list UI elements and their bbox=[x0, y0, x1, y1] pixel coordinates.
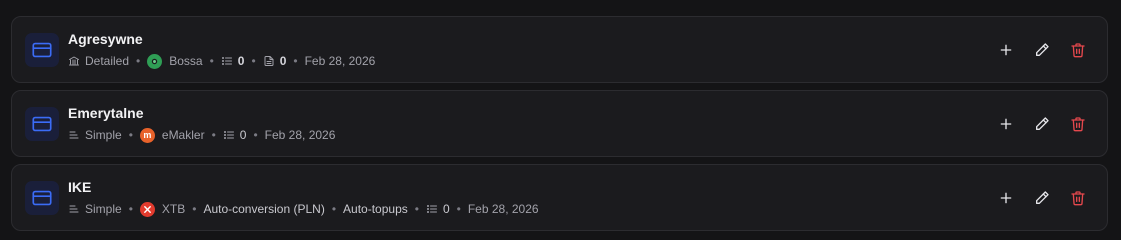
documents-value: 0 bbox=[279, 54, 287, 68]
edit-button[interactable] bbox=[1031, 187, 1053, 209]
plus-icon bbox=[1000, 118, 1012, 130]
mode-label: Simple bbox=[85, 202, 122, 216]
mode-badge: Simple bbox=[68, 201, 122, 217]
positions-count: 0 bbox=[223, 127, 247, 143]
separator-dot: • bbox=[251, 54, 256, 68]
broker-badge: Bossa bbox=[147, 53, 203, 69]
bossa-logo-icon bbox=[147, 53, 163, 69]
created-date: Feb 28, 2026 bbox=[304, 54, 376, 68]
positions-count: 0 bbox=[426, 201, 450, 217]
account-name: IKE bbox=[68, 179, 92, 195]
account-meta: Simple • XTB • Auto-conversion (PLN) • A… bbox=[68, 201, 539, 217]
broker-name: eMakler bbox=[161, 128, 205, 142]
separator-dot: • bbox=[293, 54, 298, 68]
broker-badge: m eMakler bbox=[139, 127, 205, 143]
positions-value: 0 bbox=[442, 202, 450, 216]
separator-dot: • bbox=[414, 202, 419, 216]
mode-badge: Detailed bbox=[68, 53, 129, 69]
broker-name: Bossa bbox=[169, 54, 203, 68]
account-card[interactable]: Emerytalne Simple • m eMakler • 0 • Feb … bbox=[11, 90, 1108, 157]
separator-dot: • bbox=[253, 128, 258, 142]
positions-value: 0 bbox=[237, 54, 245, 68]
add-button[interactable] bbox=[995, 187, 1017, 209]
mode-label: Detailed bbox=[85, 54, 130, 68]
account-actions bbox=[981, 113, 1089, 135]
separator-dot: • bbox=[192, 202, 197, 216]
plus-icon bbox=[1000, 192, 1012, 204]
align-left-icon bbox=[68, 203, 80, 215]
account-actions bbox=[981, 39, 1089, 61]
pencil-icon bbox=[1036, 43, 1049, 56]
positions-count: 0 bbox=[221, 53, 245, 69]
edit-button[interactable] bbox=[1031, 113, 1053, 135]
documents-count: 0 bbox=[263, 53, 287, 69]
delete-button[interactable] bbox=[1067, 113, 1089, 135]
account-name: Emerytalne bbox=[68, 105, 144, 121]
separator-dot: • bbox=[136, 54, 141, 68]
pencil-icon bbox=[1036, 117, 1049, 130]
separator-dot: • bbox=[209, 54, 214, 68]
edit-button[interactable] bbox=[1031, 39, 1053, 61]
xtb-logo-icon bbox=[139, 201, 155, 217]
credit-card-icon bbox=[25, 33, 59, 67]
created-date: Feb 28, 2026 bbox=[264, 128, 336, 142]
add-button[interactable] bbox=[995, 39, 1017, 61]
delete-button[interactable] bbox=[1067, 187, 1089, 209]
auto-conversion-badge: Auto-conversion (PLN) bbox=[203, 202, 325, 216]
account-meta: Detailed • Bossa • 0 • 0 • Feb 28, 2026 bbox=[68, 53, 375, 69]
list-icon bbox=[221, 55, 233, 67]
trash-icon bbox=[1071, 43, 1085, 58]
positions-value: 0 bbox=[239, 128, 247, 142]
document-icon bbox=[263, 55, 275, 67]
account-meta: Simple • m eMakler • 0 • Feb 28, 2026 bbox=[68, 127, 335, 143]
delete-button[interactable] bbox=[1067, 39, 1089, 61]
trash-icon bbox=[1071, 117, 1085, 132]
account-card[interactable]: Agresywne Detailed • Bossa • 0 • 0 • Feb… bbox=[11, 16, 1108, 83]
credit-card-icon bbox=[25, 181, 59, 215]
list-icon bbox=[426, 203, 438, 215]
trash-icon bbox=[1071, 191, 1085, 206]
account-list: Agresywne Detailed • Bossa • 0 • 0 • Feb… bbox=[11, 16, 1108, 238]
pencil-icon bbox=[1036, 191, 1049, 204]
account-card[interactable]: IKE Simple • XTB • Auto-conversion (PLN)… bbox=[11, 164, 1108, 231]
broker-name: XTB bbox=[161, 202, 186, 216]
add-button[interactable] bbox=[995, 113, 1017, 135]
separator-dot: • bbox=[128, 202, 133, 216]
separator-dot: • bbox=[331, 202, 337, 216]
separator-dot: • bbox=[128, 128, 133, 142]
created-date: Feb 28, 2026 bbox=[467, 202, 539, 216]
bank-icon bbox=[68, 55, 80, 67]
mode-badge: Simple bbox=[68, 127, 122, 143]
mode-label: Simple bbox=[85, 128, 122, 142]
emakler-logo-icon: m bbox=[139, 127, 155, 143]
account-info: Emerytalne Simple • m eMakler • 0 • Feb … bbox=[68, 104, 335, 143]
plus-icon bbox=[1000, 44, 1012, 56]
account-name: Agresywne bbox=[68, 31, 143, 47]
account-info: Agresywne Detailed • Bossa • 0 • 0 • Feb… bbox=[68, 30, 375, 69]
list-icon bbox=[223, 129, 235, 141]
account-actions bbox=[981, 187, 1089, 209]
credit-card-icon bbox=[25, 107, 59, 141]
align-left-icon bbox=[68, 129, 80, 141]
broker-badge: XTB bbox=[139, 201, 186, 217]
auto-topups-badge: Auto-topups bbox=[343, 202, 408, 216]
account-info: IKE Simple • XTB • Auto-conversion (PLN)… bbox=[68, 178, 539, 217]
separator-dot: • bbox=[211, 128, 216, 142]
separator-dot: • bbox=[456, 202, 461, 216]
